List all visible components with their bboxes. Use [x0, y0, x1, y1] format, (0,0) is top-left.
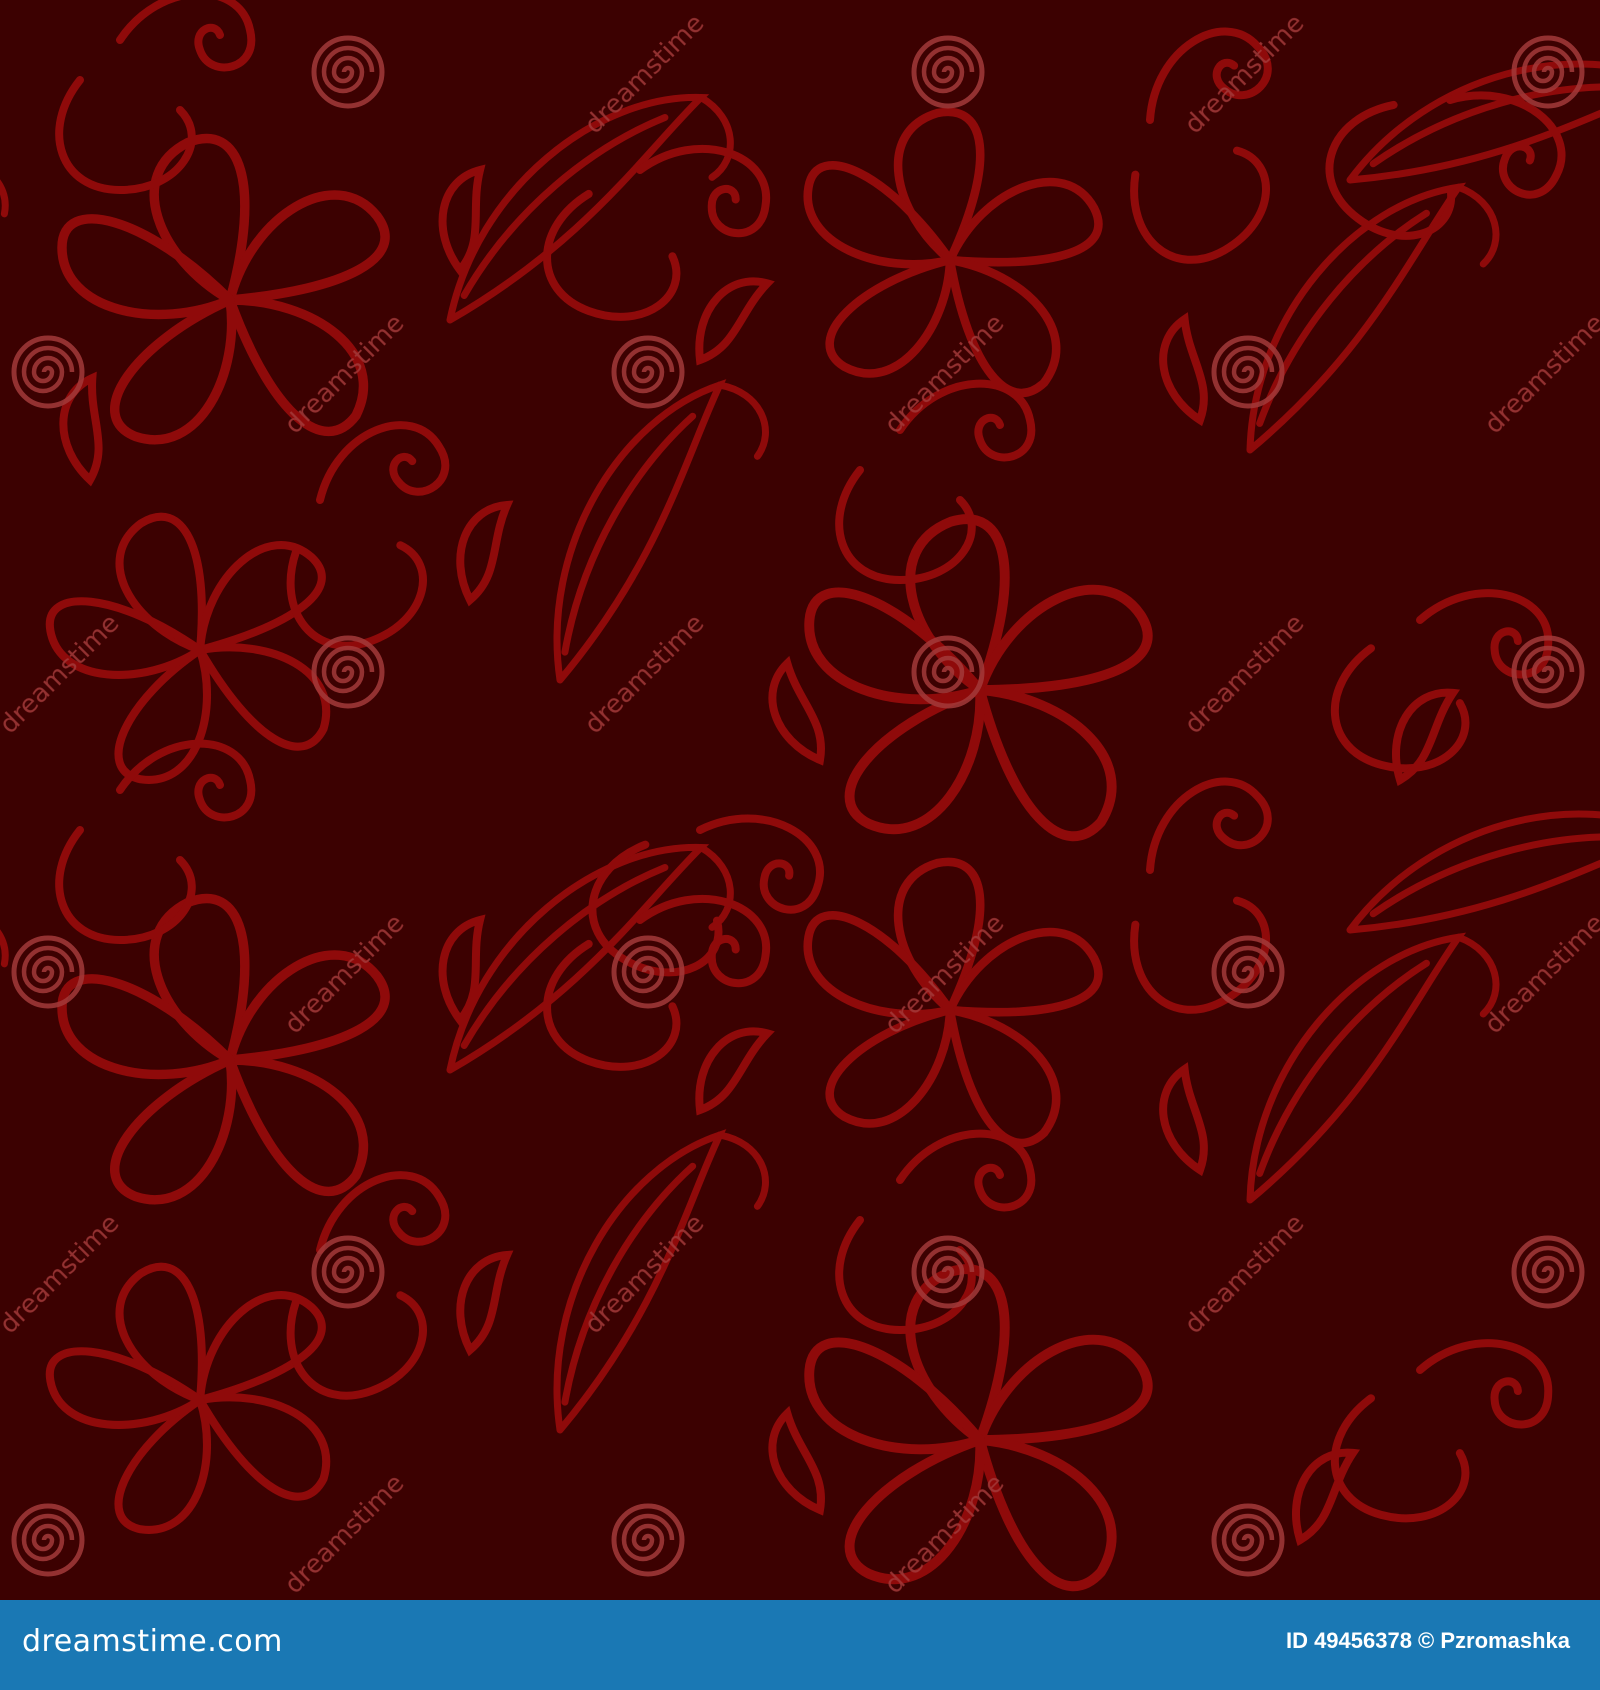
- footer-bar: dreamstime.com ID 49456378 © Pzromashka: [0, 1600, 1600, 1690]
- svg-text:dreamstime: dreamstime: [579, 8, 711, 140]
- brand-logo[interactable]: dreamstime.com: [22, 1624, 283, 1659]
- svg-text:dreamstime: dreamstime: [279, 1468, 411, 1600]
- svg-text:dreamstime: dreamstime: [1479, 308, 1600, 440]
- pattern-motifs: [0, 0, 1600, 1600]
- floral-pattern: dreamstime dreamstime dreamstime dreamst…: [0, 0, 1600, 1600]
- image-id-credit: ID 49456378 © Pzromashka: [1285, 1628, 1570, 1653]
- svg-text:dreamstime: dreamstime: [1179, 1208, 1311, 1340]
- svg-text:dreamstime: dreamstime: [279, 308, 411, 440]
- svg-text:dreamstime: dreamstime: [1179, 8, 1311, 140]
- svg-text:dreamstime: dreamstime: [879, 1468, 1011, 1600]
- pattern-image: dreamstime dreamstime dreamstime dreamst…: [0, 0, 1600, 1600]
- svg-text:dreamstime: dreamstime: [1179, 608, 1311, 740]
- svg-text:dreamstime: dreamstime: [579, 1208, 711, 1340]
- svg-text:dreamstime: dreamstime: [0, 1208, 125, 1340]
- svg-text:dreamstime: dreamstime: [279, 908, 411, 1040]
